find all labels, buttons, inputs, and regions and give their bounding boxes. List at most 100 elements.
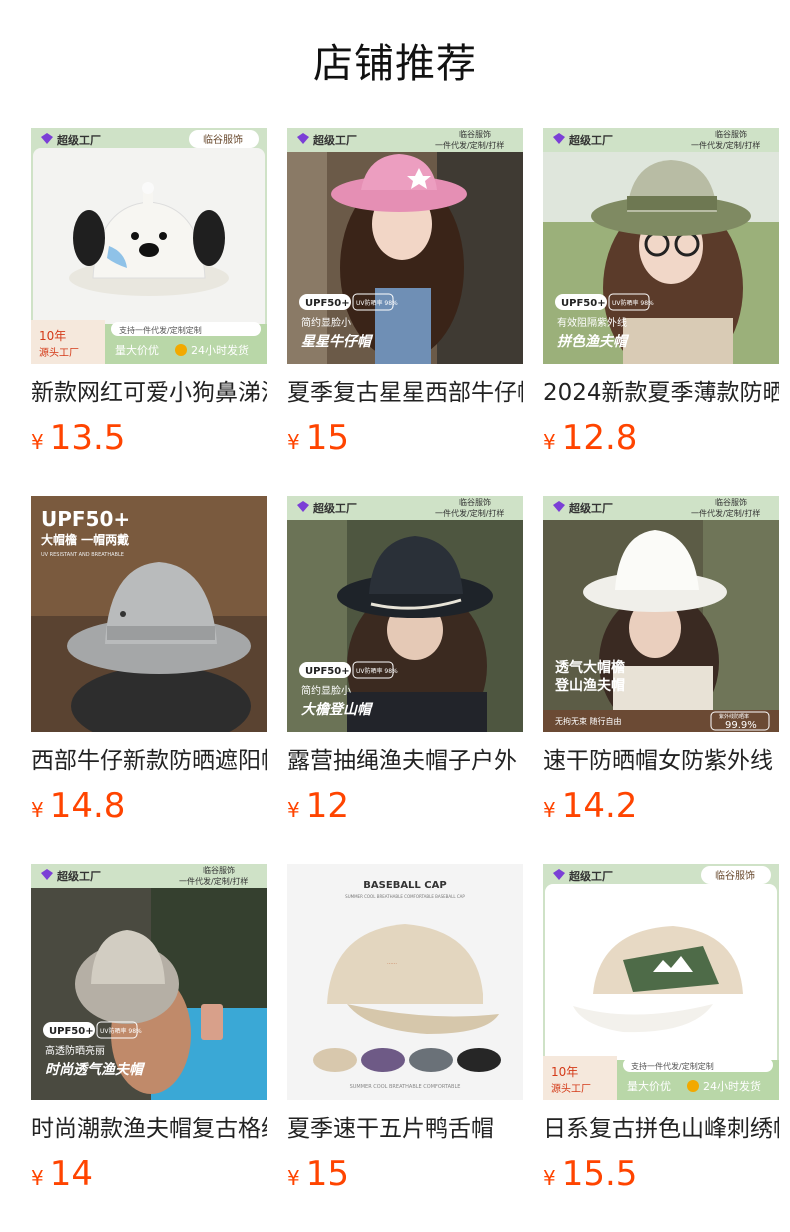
product-price: ¥15	[287, 1152, 349, 1196]
svg-text:10年: 10年	[551, 1065, 578, 1079]
product-price: ¥12.8	[543, 416, 637, 460]
svg-text:超级工厂: 超级工厂	[312, 501, 357, 515]
svg-text:紫外线防晒率: 紫外线防晒率	[719, 713, 749, 720]
product-title[interactable]: 夏季速干五片鸭舌帽	[287, 1112, 523, 1146]
currency-symbol: ¥	[287, 1166, 300, 1190]
svg-text:UV防晒率 98%: UV防晒率 98%	[100, 1027, 142, 1035]
currency-symbol: ¥	[543, 430, 556, 454]
product-image[interactable]: 超级工厂 临谷服饰 一件代发/定制/打样 UPF50+ UV防晒率 98% 简约…	[287, 496, 523, 732]
product-price: ¥14.8	[31, 784, 125, 828]
currency-symbol: ¥	[31, 1166, 44, 1190]
price-value: 15.5	[561, 1154, 638, 1194]
svg-text:登山渔夫帽: 登山渔夫帽	[554, 677, 625, 694]
product-image[interactable]: BASEBALL CAP SUMMER COOL BREATHABLE COMF…	[287, 864, 523, 1100]
price-value: 13.5	[49, 418, 126, 458]
brand-label: 超级工厂	[56, 133, 101, 147]
svg-text:无拘无束 随行自由: 无拘无束 随行自由	[555, 716, 622, 726]
svg-text:24小时发货: 24小时发货	[703, 1079, 761, 1093]
svg-text:超级工厂: 超级工厂	[568, 501, 613, 515]
product-price: ¥14	[31, 1152, 93, 1196]
cap-print: ……	[387, 960, 397, 966]
product-title[interactable]: 时尚潮款渔夫帽复古格纹	[31, 1112, 267, 1146]
currency-symbol: ¥	[543, 1166, 556, 1190]
svg-text:一件代发/定制/打样: 一件代发/定制/打样	[691, 508, 760, 518]
svg-text:大檐登山帽: 大檐登山帽	[301, 701, 374, 718]
svg-text:UV RESISTANT AND BREATHABLE: UV RESISTANT AND BREATHABLE	[41, 552, 124, 558]
svg-text:一件代发/定制/打样: 一件代发/定制/打样	[179, 876, 248, 886]
product-title[interactable]: 露营抽绳渔夫帽子户外	[287, 744, 523, 778]
svg-text:超级工厂: 超级工厂	[56, 869, 101, 883]
svg-text:简约显脸小: 简约显脸小	[301, 316, 351, 329]
svg-text:源头工厂: 源头工厂	[39, 346, 79, 359]
svg-text:量大价优: 量大价优	[627, 1079, 671, 1093]
svg-text:临谷服饰: 临谷服饰	[203, 865, 235, 875]
currency-symbol: ¥	[287, 798, 300, 822]
svg-text:UPF50+: UPF50+	[305, 298, 350, 309]
svg-text:UV防晒率 98%: UV防晒率 98%	[356, 299, 398, 307]
svg-text:支持一件代发/定制定制: 支持一件代发/定制定制	[631, 1061, 714, 1071]
svg-text:支持一件代发/定制定制: 支持一件代发/定制定制	[119, 325, 202, 335]
svg-text:UV防晒率 98%: UV防晒率 98%	[356, 667, 398, 675]
svg-text:BASEBALL CAP: BASEBALL CAP	[363, 880, 446, 891]
svg-text:临谷服饰: 临谷服饰	[715, 869, 755, 882]
product-price: ¥14.2	[543, 784, 637, 828]
svg-text:超级工厂: 超级工厂	[568, 869, 613, 883]
product-title[interactable]: 夏季复古星星西部牛仔帽	[287, 376, 523, 410]
product-price: ¥13.5	[31, 416, 125, 460]
product-price: ¥15	[287, 416, 349, 460]
svg-text:拼色渔夫帽: 拼色渔夫帽	[557, 333, 630, 350]
svg-text:超级工厂: 超级工厂	[568, 133, 613, 147]
svg-text:一件代发/定制/打样: 一件代发/定制/打样	[691, 140, 760, 150]
svg-text:大帽檐 一帽两戴: 大帽檐 一帽两戴	[41, 532, 129, 547]
price-value: 12.8	[561, 418, 638, 458]
svg-text:UPF50+: UPF50+	[41, 507, 130, 531]
svg-text:高透防晒亮丽: 高透防晒亮丽	[45, 1044, 105, 1057]
svg-text:临谷服饰: 临谷服饰	[715, 129, 747, 139]
svg-text:临谷服饰: 临谷服饰	[459, 497, 491, 507]
svg-text:UPF50+: UPF50+	[561, 298, 606, 309]
currency-symbol: ¥	[543, 798, 556, 822]
svg-text:临谷服饰: 临谷服饰	[715, 497, 747, 507]
product-title[interactable]: 西部牛仔新款防晒遮阳帽	[31, 744, 267, 778]
product-image[interactable]: UPF50+ 大帽檐 一帽两戴 UV RESISTANT AND BREATHA…	[31, 496, 267, 732]
product-title[interactable]: 速干防晒帽女防紫外线	[543, 744, 779, 778]
svg-text:一件代发/定制/打样: 一件代发/定制/打样	[435, 508, 504, 518]
currency-symbol: ¥	[31, 798, 44, 822]
product-image[interactable]: 超级工厂 临谷服饰 支持一件代发/定制定制 10年 源头工厂 量大价优 24小时…	[543, 864, 779, 1100]
price-value: 12	[305, 786, 349, 826]
price-value: 15	[305, 1154, 349, 1194]
product-image[interactable]: 超级工厂 临谷服饰 一件代发/定制/打样 透气大帽檐 登山渔夫帽 无拘无束 随行…	[543, 496, 779, 732]
product-image[interactable]: 超级工厂 临谷服饰 支持一件代发/定制定制 10年 源头工厂 量大价优 24小时…	[31, 128, 267, 364]
svg-text:UPF50+: UPF50+	[49, 1026, 94, 1037]
price-value: 14.2	[561, 786, 638, 826]
svg-text:简约显脸小: 简约显脸小	[301, 684, 351, 697]
product-title[interactable]: 2024新款夏季薄款防晒渔夫帽	[543, 376, 779, 410]
svg-text:临谷服饰: 临谷服饰	[203, 133, 243, 146]
price-value: 14.8	[49, 786, 126, 826]
svg-text:SUMMER COOL BREATHABLE COMFORT: SUMMER COOL BREATHABLE COMFORTABLE BASEB…	[345, 894, 465, 899]
product-title[interactable]: 新款网红可爱小狗鼻涕渔夫帽	[31, 376, 267, 410]
svg-text:有效阻隔紫外线: 有效阻隔紫外线	[557, 316, 627, 329]
svg-text:24小时发货: 24小时发货	[191, 343, 249, 357]
svg-text:源头工厂: 源头工厂	[551, 1082, 591, 1095]
svg-text:UPF50+: UPF50+	[305, 666, 350, 677]
svg-text:量大价优: 量大价优	[115, 343, 159, 357]
product-image[interactable]: 超级工厂 临谷服饰 一件代发/定制/打样 UPF50+ UV防晒率 98% 高透…	[31, 864, 267, 1100]
svg-text:UV防晒率 98%: UV防晒率 98%	[612, 299, 654, 307]
svg-text:星星牛仔帽: 星星牛仔帽	[301, 333, 374, 350]
price-value: 15	[305, 418, 349, 458]
svg-text:临谷服饰: 临谷服饰	[459, 129, 491, 139]
svg-text:时尚透气渔夫帽: 时尚透气渔夫帽	[45, 1061, 146, 1078]
svg-text:99.9%: 99.9%	[725, 720, 757, 731]
product-image[interactable]: 超级工厂 临谷服饰 一件代发/定制/打样 UPF50+ UV防晒率 98% 有效…	[543, 128, 779, 364]
product-price: ¥15.5	[543, 1152, 637, 1196]
product-image[interactable]: 超级工厂 临谷服饰 一件代发/定制/打样 UPF50+ UV防晒率 98% 简约…	[287, 128, 523, 364]
svg-text:10年: 10年	[39, 329, 66, 343]
currency-symbol: ¥	[287, 430, 300, 454]
currency-symbol: ¥	[31, 430, 44, 454]
svg-text:超级工厂: 超级工厂	[312, 133, 357, 147]
price-value: 14	[49, 1154, 93, 1194]
product-price: ¥12	[287, 784, 349, 828]
product-title[interactable]: 日系复古拼色山峰刺绣帽	[543, 1112, 779, 1146]
page-title: 店铺推荐	[313, 41, 477, 87]
